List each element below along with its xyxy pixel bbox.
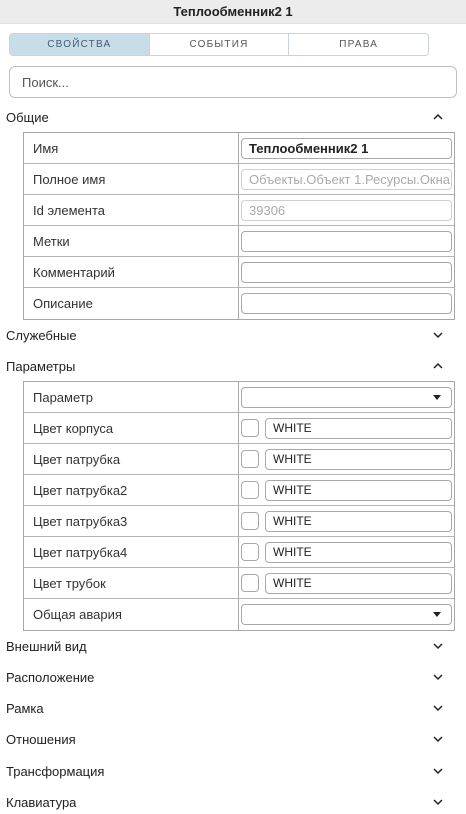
chevron-down-icon xyxy=(432,796,444,808)
table-row: Цвет трубок WHITE xyxy=(24,568,454,599)
section-parameters-label: Параметры xyxy=(6,358,76,374)
table-row: Метки xyxy=(24,226,454,257)
tags-label: Метки xyxy=(24,226,239,256)
body-color-field[interactable]: WHITE xyxy=(265,417,452,439)
tab-bar: СВОЙСТВА СОБЫТИЯ ПРАВА xyxy=(9,33,429,56)
tube-color-swatch[interactable] xyxy=(241,574,259,592)
pipe-color3-label: Цвет патрубка3 xyxy=(24,506,239,536)
pipe-color3-swatch[interactable] xyxy=(241,512,259,530)
section-service-label: Служебные xyxy=(6,327,77,343)
parameters-properties-table: Параметр Цвет корпуса WHITE Цвет патрубк… xyxy=(23,381,455,631)
tube-color-field[interactable]: WHITE xyxy=(265,572,452,594)
section-relations-header[interactable]: Отношения xyxy=(0,728,458,750)
element-id-field: 39306 xyxy=(241,199,452,221)
table-row: Цвет патрубка4 WHITE xyxy=(24,537,454,568)
name-field[interactable]: Теплообменник2 1 xyxy=(241,137,452,159)
chevron-down-icon xyxy=(432,765,444,777)
section-frame-label: Рамка xyxy=(6,700,44,716)
section-position-label: Расположение xyxy=(6,669,95,685)
chevron-down-icon xyxy=(432,671,444,683)
section-relations-label: Отношения xyxy=(6,731,76,747)
table-row: Полное имя Объекты.Объект 1.Ресурсы.Окна xyxy=(24,164,454,195)
tab-rights[interactable]: ПРАВА xyxy=(289,34,428,55)
description-field[interactable] xyxy=(241,293,452,314)
pipe-color4-field[interactable]: WHITE xyxy=(265,541,452,563)
comment-field[interactable] xyxy=(241,261,452,283)
section-service-header[interactable]: Служебные xyxy=(0,324,458,346)
tab-events[interactable]: СОБЫТИЯ xyxy=(149,34,290,55)
general-alarm-select[interactable] xyxy=(241,604,452,625)
search-input[interactable] xyxy=(9,66,457,98)
caret-down-icon xyxy=(433,394,441,400)
section-parameters-header[interactable]: Параметры xyxy=(0,355,458,377)
pipe-color2-swatch[interactable] xyxy=(241,481,259,499)
pipe-color4-swatch[interactable] xyxy=(241,543,259,561)
table-row: Цвет патрубка3 WHITE xyxy=(24,506,454,537)
section-appearance-header[interactable]: Внешний вид xyxy=(0,635,458,657)
pipe-color4-label: Цвет патрубка4 xyxy=(24,537,239,567)
section-keyboard-label: Клавиатура xyxy=(6,794,77,810)
chevron-down-icon xyxy=(432,733,444,745)
description-label: Описание xyxy=(24,288,239,319)
chevron-down-icon xyxy=(432,329,444,341)
full-name-label: Полное имя xyxy=(24,164,239,194)
parameter-label: Параметр xyxy=(24,382,239,412)
chevron-up-icon xyxy=(432,111,444,123)
tab-properties[interactable]: СВОЙСТВА xyxy=(10,34,150,55)
table-row: Параметр xyxy=(24,382,454,413)
tube-color-label: Цвет трубок xyxy=(24,568,239,598)
full-name-field: Объекты.Объект 1.Ресурсы.Окна xyxy=(241,168,452,190)
section-transform-header[interactable]: Трансформация xyxy=(0,760,458,782)
section-frame-header[interactable]: Рамка xyxy=(0,697,458,719)
name-label: Имя xyxy=(24,133,239,163)
chevron-down-icon xyxy=(432,640,444,652)
pipe-color3-field[interactable]: WHITE xyxy=(265,510,452,532)
element-id-label: Id элемента xyxy=(24,195,239,225)
general-alarm-label: Общая авария xyxy=(24,599,239,630)
pipe-color-swatch[interactable] xyxy=(241,450,259,468)
section-keyboard-header[interactable]: Клавиатура xyxy=(0,791,458,813)
window-title: Теплообменник2 1 xyxy=(0,0,466,24)
section-general-header[interactable]: Общие xyxy=(0,106,458,128)
section-appearance-label: Внешний вид xyxy=(6,638,87,654)
chevron-down-icon xyxy=(432,702,444,714)
body-color-swatch[interactable] xyxy=(241,419,259,437)
table-row: Общая авария xyxy=(24,599,454,630)
section-position-header[interactable]: Расположение xyxy=(0,666,458,688)
caret-down-icon xyxy=(433,612,441,617)
section-transform-label: Трансформация xyxy=(6,763,105,779)
table-row: Цвет патрубка WHITE xyxy=(24,444,454,475)
table-row: Id элемента 39306 xyxy=(24,195,454,226)
comment-label: Комментарий xyxy=(24,257,239,287)
pipe-color-field[interactable]: WHITE xyxy=(265,448,452,470)
pipe-color2-field[interactable]: WHITE xyxy=(265,479,452,501)
chevron-up-icon xyxy=(432,360,444,372)
pipe-color-label: Цвет патрубка xyxy=(24,444,239,474)
general-properties-table: Имя Теплообменник2 1 Полное имя Объекты.… xyxy=(23,132,455,320)
pipe-color2-label: Цвет патрубка2 xyxy=(24,475,239,505)
section-general-label: Общие xyxy=(6,109,49,125)
table-row: Цвет патрубка2 WHITE xyxy=(24,475,454,506)
table-row: Имя Теплообменник2 1 xyxy=(24,133,454,164)
table-row: Цвет корпуса WHITE xyxy=(24,413,454,444)
parameter-select[interactable] xyxy=(241,386,452,408)
table-row: Описание xyxy=(24,288,454,319)
table-row: Комментарий xyxy=(24,257,454,288)
tags-field[interactable] xyxy=(241,230,452,252)
body-color-label: Цвет корпуса xyxy=(24,413,239,443)
